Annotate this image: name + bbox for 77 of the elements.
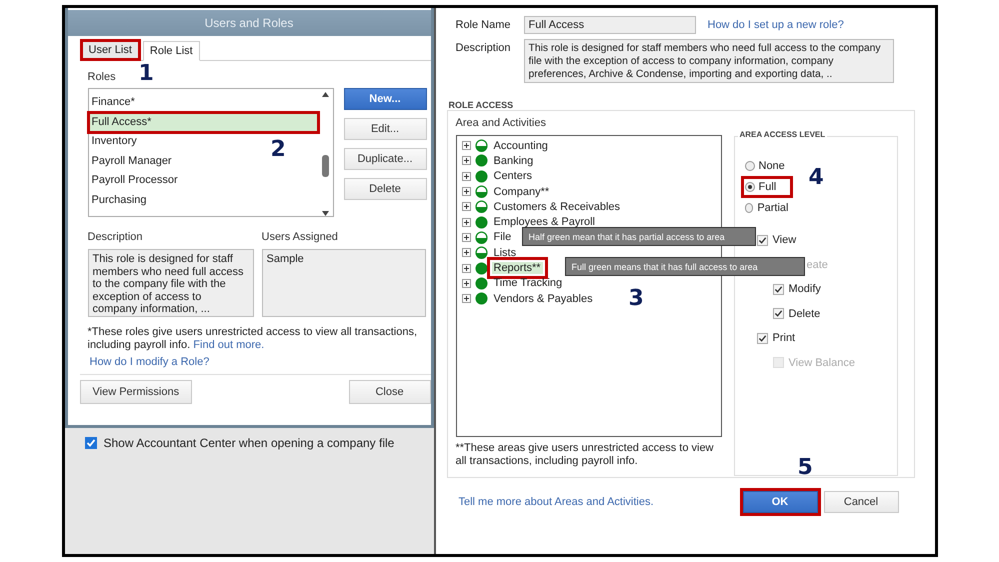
area-item[interactable]: Time Tracking: [492, 277, 564, 290]
section-heading: ROLE ACCESS: [448, 100, 514, 110]
expand-icon[interactable]: [462, 141, 470, 150]
expand-icon[interactable]: [462, 278, 470, 288]
window-title: Users and Roles: [68, 10, 430, 36]
tab[interactable]: User List: [82, 41, 139, 59]
step-number: 3: [628, 288, 644, 310]
area-item[interactable]: Customers & Receivables: [492, 200, 622, 213]
expand-icon[interactable]: [462, 218, 470, 227]
setup-link[interactable]: How do I set up a new role?: [708, 19, 844, 31]
role-item[interactable]: Payroll Manager: [88, 152, 175, 171]
role-button[interactable]: New...: [344, 88, 426, 110]
checkbox-label: Show Accountant Center when opening a company file: [104, 436, 394, 450]
tooltip: Half green mean that it has partial access to area: [522, 226, 756, 246]
checkbox[interactable]: [756, 332, 768, 344]
dialog-button[interactable]: Cancel: [824, 491, 898, 513]
step-number: 4: [808, 167, 824, 189]
footnote: *These roles give users unrestricted access to view all transactions, including payroll info. Find out more.: [88, 326, 418, 352]
checkbox[interactable]: [84, 437, 96, 449]
find-out-more-link[interactable]: Find out more.: [193, 339, 264, 351]
user-name: Sample: [266, 253, 305, 266]
description-label: Description: [454, 41, 512, 54]
expand-icon[interactable]: [462, 294, 470, 304]
role-name-label: Role Name: [454, 18, 512, 31]
area-item[interactable]: Reports**: [492, 262, 543, 274]
roles-label: Roles: [88, 71, 116, 83]
permission-label: View: [772, 234, 796, 246]
area-item[interactable]: Accounting: [492, 140, 550, 152]
radio-option[interactable]: None: [744, 159, 788, 173]
checkbox[interactable]: [772, 284, 784, 295]
section-heading: AREA ACCESS LEVEL: [738, 130, 828, 139]
permission-label: View Balance: [788, 356, 855, 369]
area-item[interactable]: Company**: [492, 186, 552, 198]
role-button[interactable]: Delete: [344, 178, 426, 200]
expand-icon[interactable]: [462, 172, 470, 181]
role-name-field[interactable]: Full Access: [524, 16, 696, 34]
role-button[interactable]: Edit...: [344, 118, 426, 140]
step-number: 5: [798, 457, 813, 479]
role-item[interactable]: Inventory: [88, 132, 140, 152]
role-item[interactable]: Finance*: [88, 93, 138, 112]
area-item[interactable]: Vendors & Payables: [492, 292, 595, 305]
description-box: This role is designed for staff members who need full access to the company file with the exception of access to company information, ...: [88, 249, 254, 317]
role-item[interactable]: Purchasing: [88, 190, 150, 210]
areas-label: Area and Activities: [456, 117, 547, 129]
dialog-button[interactable]: Close: [348, 380, 430, 404]
step-number: 1: [138, 63, 154, 85]
expand-icon[interactable]: [462, 156, 470, 166]
area-item[interactable]: Employees & Payroll: [492, 216, 597, 228]
expand-icon[interactable]: [462, 264, 470, 273]
radio-option[interactable]: Partial: [744, 201, 788, 215]
help-link[interactable]: Tell me more about Areas and Activities.: [458, 496, 654, 508]
permission-label: Modify: [788, 283, 821, 296]
area-item[interactable]: Centers: [492, 170, 534, 182]
description-field[interactable]: This role is designed for staff members who need full access to the company file with the exception of access to company information, company preferences, Archive & Condense, importing and exporting data, ..: [524, 39, 894, 83]
role-button[interactable]: Duplicate...: [344, 148, 426, 170]
tab[interactable]: Role List: [142, 41, 200, 61]
checkbox[interactable]: [772, 308, 784, 320]
step-number: 2: [270, 139, 286, 161]
users-assigned-label: Users Assigned: [262, 231, 339, 243]
permission-label: Print: [772, 332, 796, 344]
expand-icon[interactable]: [462, 248, 470, 258]
role-item[interactable]: Full Access*: [88, 112, 318, 132]
area-item[interactable]: Lists: [492, 246, 518, 259]
dialog-button[interactable]: View Permissions: [80, 380, 192, 404]
checkbox[interactable]: [756, 234, 768, 246]
expand-icon[interactable]: [462, 187, 470, 196]
tooltip: Full green means that it has full access to area: [564, 257, 804, 276]
expand-icon[interactable]: [462, 232, 470, 242]
role-item[interactable]: Payroll Processor: [88, 171, 181, 190]
area-item[interactable]: Banking: [492, 154, 536, 167]
permission-label: eate: [806, 258, 828, 271]
areas-footnote: **These areas give users unrestricted access to view all transactions, including payroll info.: [456, 442, 715, 468]
expand-icon[interactable]: [462, 202, 470, 212]
description-label: Description: [88, 231, 144, 243]
permission-label: Delete: [788, 308, 820, 320]
area-item[interactable]: File: [492, 231, 514, 244]
help-link[interactable]: How do I modify a Role?: [90, 356, 210, 368]
